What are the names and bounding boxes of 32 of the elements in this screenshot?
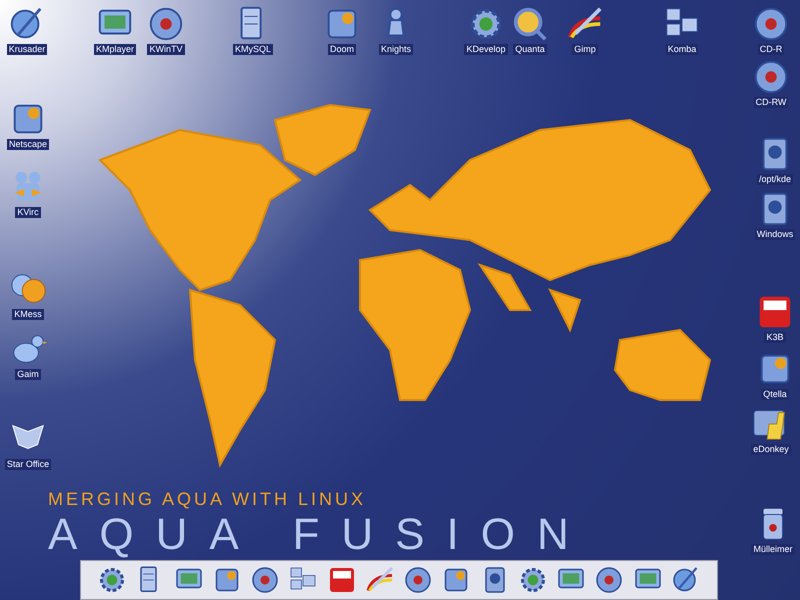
magnifier-icon[interactable] [511,5,549,43]
icon-label[interactable]: /opt/kde [756,174,794,185]
icon-label[interactable]: eDonkey [751,444,791,455]
disc-icon[interactable] [752,58,790,96]
disc-icon[interactable] [147,5,185,43]
disc-icon[interactable] [752,5,790,43]
disc-icon[interactable] [403,565,434,595]
icon-label[interactable]: Knights [378,44,414,55]
icon-label[interactable]: CD-R [758,44,784,55]
icon-label[interactable]: Windows [754,229,796,240]
icon-label[interactable]: KVirc [15,207,41,218]
icon-label[interactable]: CD-RW [754,97,788,108]
icon-label[interactable]: KWinTV [147,44,184,55]
icon-label[interactable]: KMess [12,309,44,320]
icon-label[interactable]: KMySQL [232,44,273,55]
icon-label[interactable]: Gimp [572,44,598,55]
disc-icon[interactable] [594,565,624,595]
icon-label[interactable]: KDevelop [464,44,508,55]
wallpaper-title: AQUA FUSION [48,510,591,560]
icon-label[interactable]: Qtella [761,389,789,400]
icon-label[interactable]: Star Office [4,459,52,470]
icon-label[interactable]: Doom [328,44,356,55]
icon-label[interactable]: Krusader [6,44,48,55]
icon-label[interactable]: KMplayer [94,44,136,55]
icon-label[interactable]: Gaim [15,369,41,380]
icon-label[interactable]: Quanta [513,44,547,55]
disc-icon[interactable] [250,565,280,595]
icon-label[interactable]: K3B [764,332,786,343]
icon-label[interactable]: Mülleimer [751,544,794,555]
wallpaper-tagline: MERGING AQUA WITH LINUX [48,488,368,510]
icon-label[interactable]: Netscape [6,139,50,150]
icon-label[interactable]: Komba [666,44,698,55]
